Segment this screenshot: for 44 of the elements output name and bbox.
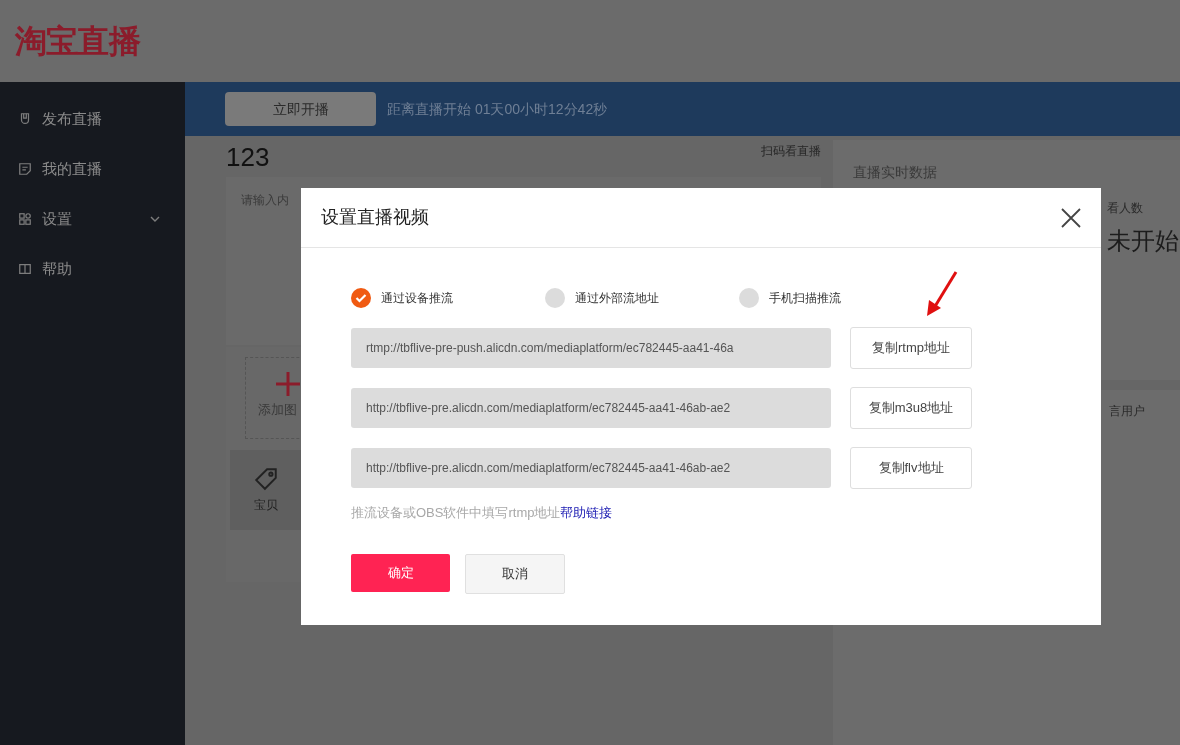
sidebar-item[interactable]: 设置 [0, 194, 185, 244]
radio-label: 通过设备推流 [381, 290, 453, 307]
sidebar-label: 设置 [42, 208, 73, 229]
book-icon [18, 262, 32, 276]
help-link[interactable]: 帮助链接 [560, 503, 613, 523]
check-icon [355, 293, 367, 303]
start-live-button[interactable]: 立即开播 [225, 92, 376, 126]
copy-button[interactable]: 复制flv地址 [850, 447, 972, 489]
live-title: 123 [226, 144, 270, 170]
url-field[interactable]: http://tbflive-pre.alicdn.com/mediaplatform/ec782445-aa41-46ab-ae2 [351, 448, 831, 488]
radio-option[interactable]: 通过设备推流 [351, 288, 539, 308]
sidebar-item[interactable]: 帮助 [0, 244, 185, 294]
radio-label: 通过外部流地址 [575, 290, 659, 307]
copy-button[interactable]: 复制rtmp地址 [850, 327, 972, 369]
copy-button[interactable]: 复制m3u8地址 [850, 387, 972, 429]
sidebar-label: 发布直播 [42, 108, 103, 129]
radio-button[interactable] [739, 288, 759, 308]
radio-option[interactable]: 手机扫描推流 [739, 288, 927, 308]
url-field[interactable]: http://tbflive-pre.alicdn.com/mediaplatform/ec782445-aa41-46ab-ae2 [351, 388, 831, 428]
shield-icon [18, 112, 32, 126]
muted-users-label: 言用户 [1109, 404, 1145, 418]
hint-text: 推流设备或OBS软件中填写rtmp地址 [351, 504, 561, 522]
url-field[interactable]: rtmp://tbflive-pre-push.alicdn.com/mediaplatform/ec782445-aa41-46a [351, 328, 831, 368]
radio-option[interactable]: 通过外部流地址 [545, 288, 733, 308]
tag-icon [252, 466, 279, 492]
close-icon[interactable] [1059, 205, 1083, 230]
radio-button[interactable] [351, 288, 371, 308]
arrow-icon [924, 270, 960, 318]
sidebar-item[interactable]: 发布直播 [0, 94, 185, 144]
sidebar-label: 我的直播 [42, 158, 103, 179]
live-status: 未开始 [1107, 226, 1179, 256]
note-icon [18, 162, 32, 176]
sidebar-item[interactable]: 我的直播 [0, 144, 185, 194]
dialog-title: 设置直播视频 [321, 206, 429, 229]
grid-icon [18, 212, 32, 226]
plus-icon [276, 372, 300, 396]
viewers-label: 看人数 [1107, 200, 1144, 217]
sidebar-label: 帮助 [42, 258, 73, 279]
cancel-button[interactable]: 取消 [465, 553, 565, 594]
confirm-button[interactable]: 确定 [351, 553, 450, 592]
chevron-down-icon [149, 215, 161, 223]
countdown-text: 距离直播开始 01天00小时12分42秒 [387, 99, 608, 119]
radio-button[interactable] [545, 288, 565, 308]
radio-label: 手机扫描推流 [769, 290, 841, 307]
